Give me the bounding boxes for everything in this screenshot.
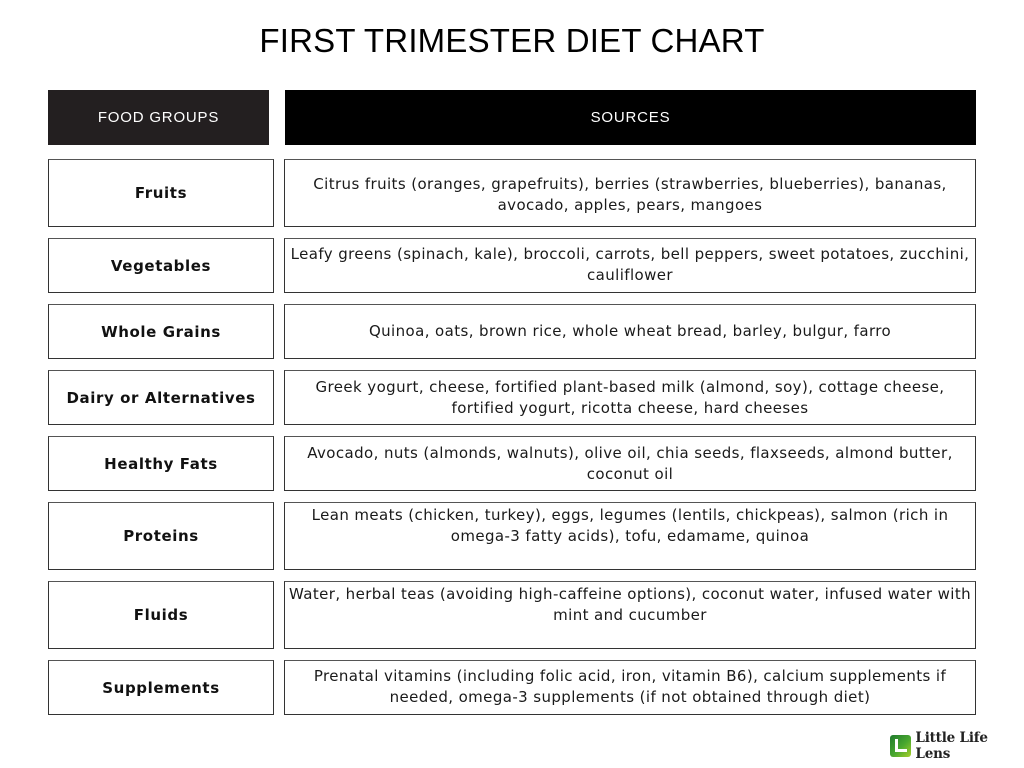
row-fluids-group: Fluids — [48, 581, 274, 649]
food-group-label: Proteins — [123, 527, 199, 545]
row-supplements-group: Supplements — [48, 660, 274, 715]
sources-text: Leafy greens (spinach, kale), broccoli, … — [290, 245, 970, 284]
row-whole-grains-group: Whole Grains — [48, 304, 274, 359]
row-whole-grains-sources: Quinoa, oats, brown rice, whole wheat br… — [284, 304, 976, 359]
food-group-label: Dairy or Alternatives — [66, 388, 256, 407]
sources-text: Water, herbal teas (avoiding high-caffei… — [288, 585, 972, 624]
food-group-label: Fruits — [134, 184, 188, 202]
row-dairy-sources: Greek yogurt, cheese, fortified plant-ba… — [284, 370, 976, 425]
header-sources: SOURCES — [285, 90, 976, 145]
row-vegetables-sources: Leafy greens (spinach, kale), broccoli, … — [284, 238, 976, 293]
row-healthy-fats-sources: Avocado, nuts (almonds, walnuts), olive … — [284, 436, 976, 491]
row-supplements-sources: Prenatal vitamins (including folic acid,… — [284, 660, 976, 715]
sources-text: Quinoa, oats, brown rice, whole wheat br… — [368, 322, 892, 340]
sources-text: Prenatal vitamins (including folic acid,… — [313, 667, 947, 706]
food-group-label: Healthy Fats — [104, 454, 218, 473]
food-group-label: Whole Grains — [101, 322, 221, 341]
sources-text: Citrus fruits (oranges, grapefruits), be… — [313, 175, 947, 214]
row-healthy-fats-group: Healthy Fats — [48, 436, 274, 491]
little-life-lens-logo-icon — [890, 735, 912, 757]
brand-logo: Little Life Lens — [890, 730, 1024, 762]
sources-text: Avocado, nuts (almonds, walnuts), olive … — [307, 444, 953, 483]
row-dairy-group: Dairy or Alternatives — [48, 370, 274, 425]
row-proteins-sources: Lean meats (chicken, turkey), eggs, legu… — [284, 502, 976, 570]
food-group-label: Fluids — [133, 606, 189, 624]
food-group-label: Supplements — [102, 678, 220, 697]
sources-text: Lean meats (chicken, turkey), eggs, legu… — [311, 506, 949, 545]
row-vegetables-group: Vegetables — [48, 238, 274, 293]
row-fruits-sources: Citrus fruits (oranges, grapefruits), be… — [284, 159, 976, 227]
food-group-label: Vegetables — [110, 256, 212, 275]
brand-name: Little Life Lens — [915, 730, 988, 762]
page-title: FIRST TRIMESTER DIET CHART — [259, 22, 765, 59]
row-proteins-group: Proteins — [48, 502, 274, 570]
row-fluids-sources: Water, herbal teas (avoiding high-caffei… — [284, 581, 976, 649]
header-food-groups: FOOD GROUPS — [48, 90, 269, 145]
row-fruits-group: Fruits — [48, 159, 274, 227]
sources-text: Greek yogurt, cheese, fortified plant-ba… — [315, 378, 945, 417]
